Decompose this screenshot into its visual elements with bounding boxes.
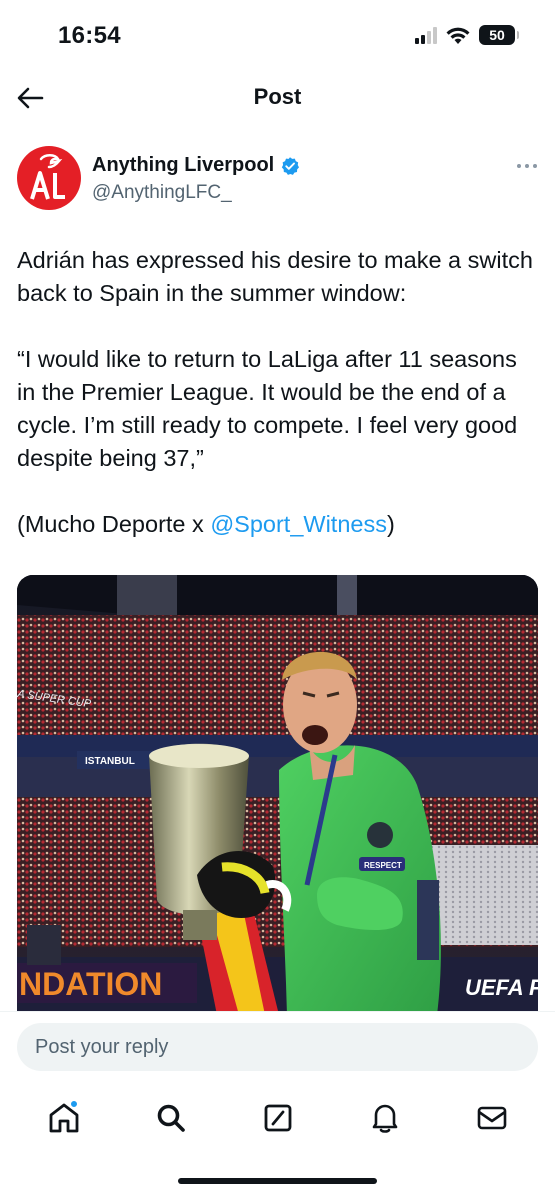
status-bar: 16:54 50 xyxy=(0,0,555,70)
nav-messages[interactable] xyxy=(462,1088,522,1148)
post-quote: “I would like to return to LaLiga after … xyxy=(17,346,518,471)
badge-respect: RESPECT xyxy=(364,861,402,870)
mention-link[interactable]: @Sport_Witness xyxy=(210,511,387,537)
goalkeeper-trophy-photo: A SUPER CUP ISTANBUL NDATION UEFA F RESP… xyxy=(17,575,538,1015)
more-options-button[interactable] xyxy=(516,154,538,175)
page-title: Post xyxy=(253,84,302,109)
cellular-signal-icon xyxy=(415,26,437,44)
notification-dot xyxy=(69,1100,78,1108)
post-source: (Mucho Deporte x @Sport_Witness) xyxy=(17,508,538,541)
liverbird-logo-icon xyxy=(30,154,65,200)
source-suffix: ) xyxy=(386,511,395,537)
author-name-row[interactable]: Anything Liverpool xyxy=(92,154,300,177)
post-paragraph: Adrián has expressed his desire to make … xyxy=(17,247,533,306)
grok-icon xyxy=(264,1104,291,1132)
search-icon xyxy=(157,1104,185,1132)
post-text: Adrián has expressed his desire to make … xyxy=(17,244,538,574)
nav-search[interactable] xyxy=(141,1088,201,1148)
messages-icon xyxy=(477,1106,506,1130)
battery-icon: 50 xyxy=(479,25,519,45)
reply-bar: Post your reply xyxy=(0,1011,555,1083)
reply-input[interactable]: Post your reply xyxy=(17,1023,538,1071)
verified-badge-icon xyxy=(282,156,300,175)
wifi-icon xyxy=(446,27,470,44)
author-name[interactable]: Anything Liverpool xyxy=(92,154,274,177)
banner-uefa: UEFA F xyxy=(465,975,538,1000)
source-prefix: (Mucho Deporte x xyxy=(17,511,211,537)
post-image[interactable]: A SUPER CUP ISTANBUL NDATION UEFA F RESP… xyxy=(17,575,538,1015)
nav-notifications[interactable] xyxy=(355,1088,415,1148)
more-dots-icon xyxy=(517,164,537,168)
bottom-nav xyxy=(0,1083,555,1153)
status-icons: 50 xyxy=(415,25,519,45)
banner-foundation: NDATION xyxy=(19,966,162,1002)
avatar[interactable] xyxy=(17,146,81,210)
banner-istanbul: ISTANBUL xyxy=(85,756,135,767)
status-time: 16:54 xyxy=(58,22,121,49)
notifications-icon xyxy=(372,1104,397,1133)
nav-home[interactable] xyxy=(34,1088,94,1148)
post-author: Anything Liverpool @AnythingLFC_ xyxy=(17,146,538,212)
nav-grok[interactable] xyxy=(248,1088,308,1148)
top-bar: Post xyxy=(0,70,555,126)
home-indicator xyxy=(178,1178,377,1184)
author-handle[interactable]: @AnythingLFC_ xyxy=(92,182,232,204)
